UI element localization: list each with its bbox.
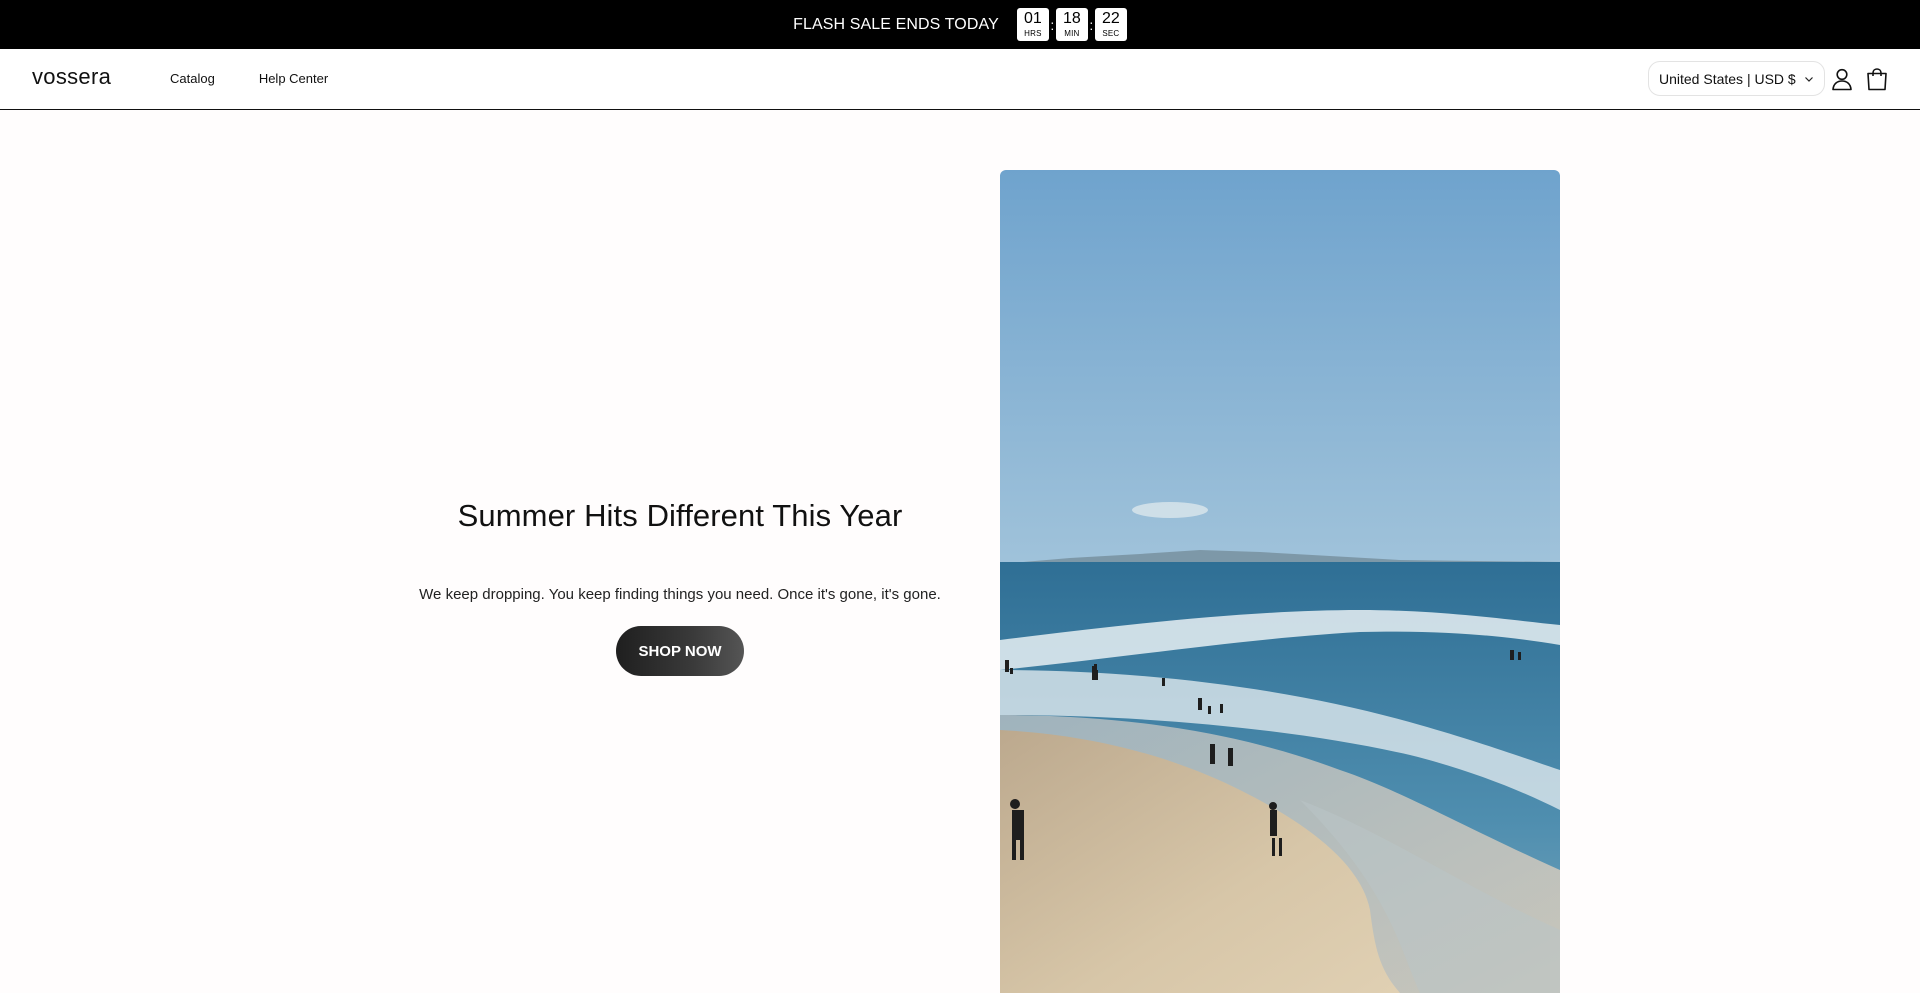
timer-minutes-value: 18	[1062, 10, 1081, 27]
site-logo[interactable]: vossera	[32, 64, 111, 90]
announcement-message: FLASH SALE ENDS TODAY	[793, 15, 999, 33]
timer-minutes-unit: MIN	[1064, 29, 1080, 38]
region-selector-label: United States | USD $	[1659, 70, 1796, 87]
region-currency-selector[interactable]: United States | USD $	[1648, 61, 1825, 96]
timer-hours-unit: HRS	[1024, 29, 1042, 38]
hero-beach-image	[1000, 170, 1560, 993]
announcement-bar: FLASH SALE ENDS TODAY 01 HRS : 18 MIN : …	[0, 0, 1920, 49]
nav-item-catalog[interactable]: Catalog	[170, 71, 215, 86]
nav-item-help-center[interactable]: Help Center	[259, 71, 328, 86]
timer-separator: :	[1050, 16, 1055, 33]
chevron-down-icon	[1805, 77, 1813, 82]
hero-title: Summer Hits Different This Year	[457, 498, 903, 533]
main-nav: Catalog Help Center	[170, 71, 372, 86]
timer-minutes: 18 MIN	[1055, 8, 1088, 41]
timer-hours: 01 HRS	[1016, 8, 1049, 41]
shop-now-button[interactable]: SHOP NOW	[616, 626, 744, 676]
hero-section: Summer Hits Different This Year	[400, 498, 960, 534]
account-icon[interactable]	[1829, 66, 1855, 92]
timer-seconds-value: 22	[1101, 10, 1120, 27]
timer-seconds-unit: SEC	[1102, 29, 1120, 38]
site-header: vossera Catalog Help Center United State…	[0, 49, 1920, 110]
timer-hours-value: 01	[1023, 10, 1042, 27]
hero-subtitle: We keep dropping. You keep finding thing…	[419, 586, 941, 603]
cart-icon[interactable]	[1864, 66, 1890, 92]
timer-separator: :	[1089, 16, 1094, 33]
timer-seconds: 22 SEC	[1094, 8, 1127, 41]
countdown-timer: 01 HRS : 18 MIN : 22 SEC	[1016, 8, 1127, 41]
